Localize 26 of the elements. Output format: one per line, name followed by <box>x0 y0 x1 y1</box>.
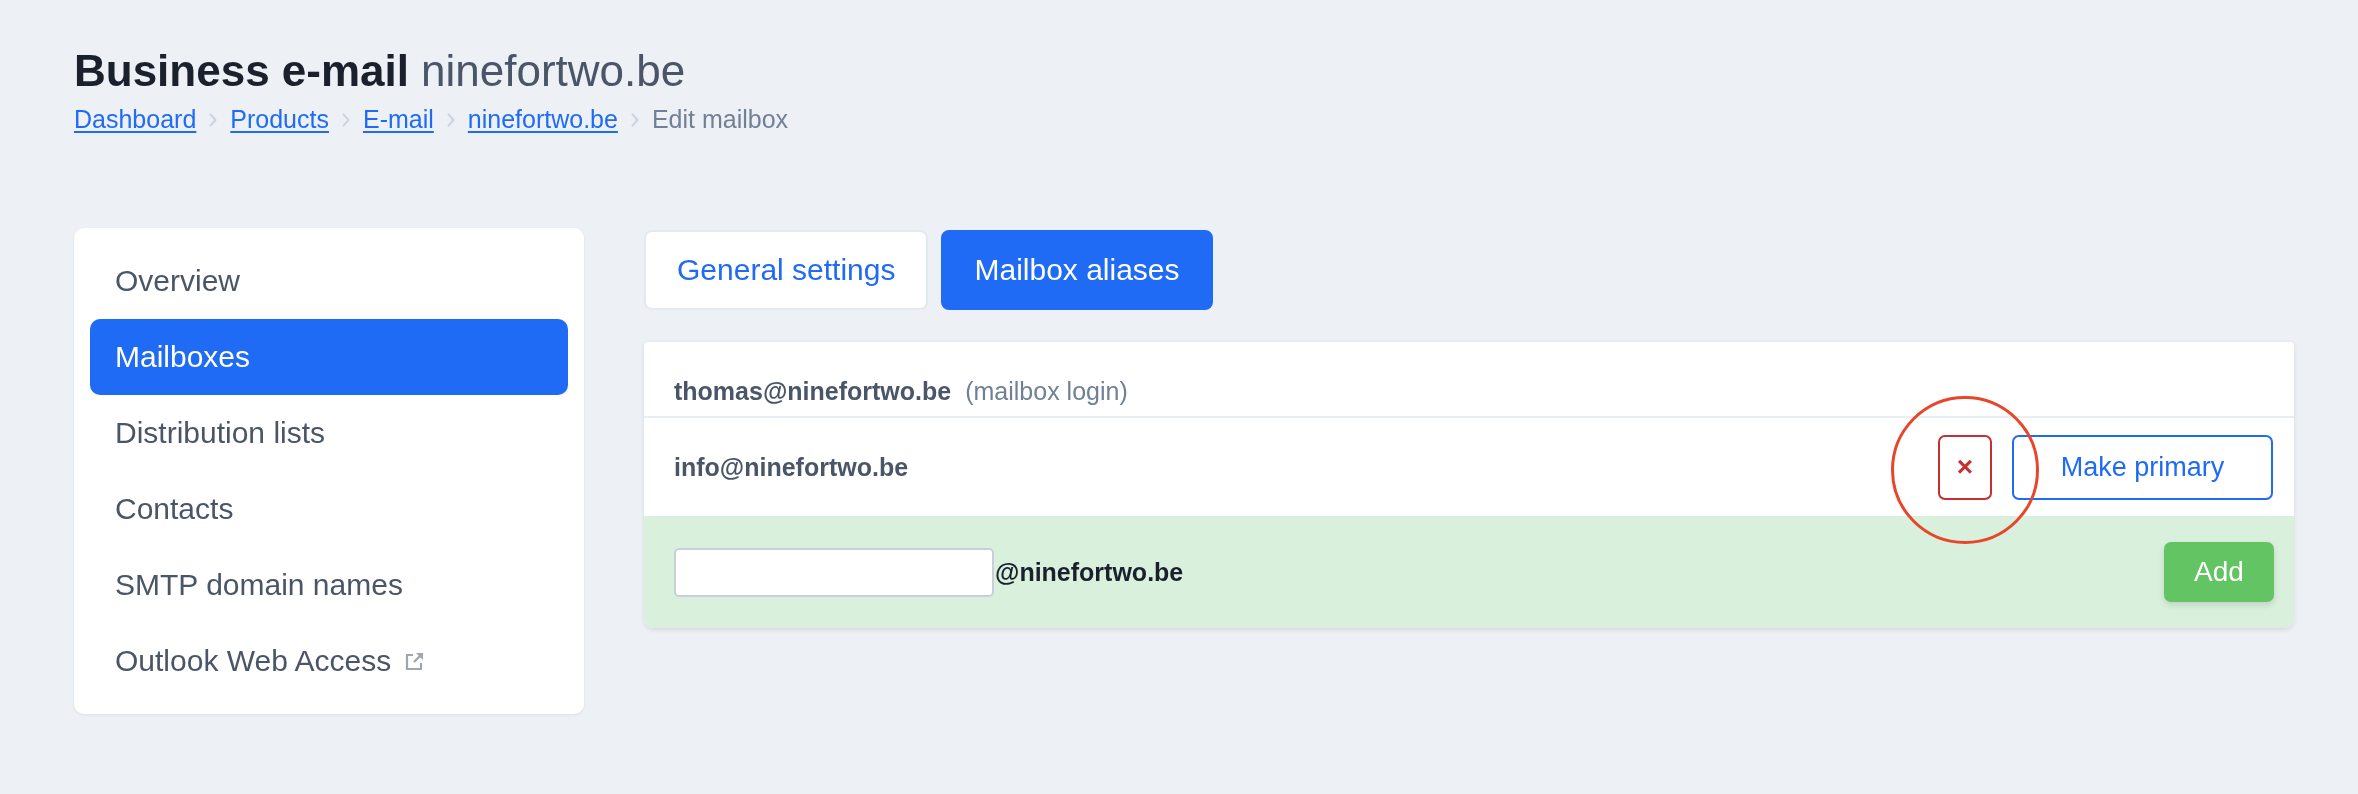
sidebar-item[interactable]: Distribution lists <box>90 395 568 471</box>
sidebar-item[interactable]: Outlook Web Access <box>90 623 568 699</box>
make-primary-button[interactable]: Make primary <box>2012 434 2273 500</box>
breadcrumb-link[interactable]: ninefortwo.be <box>467 103 618 136</box>
breadcrumb-link[interactable]: E-mail <box>363 103 434 136</box>
sidebar-item[interactable]: Mailboxes <box>90 319 568 395</box>
tab[interactable]: General settings <box>644 230 929 310</box>
alias-address: thomas@ninefortwo.be <box>674 376 952 406</box>
alias-note: (mailbox login) <box>965 376 1128 406</box>
chevron-right-icon <box>446 112 455 127</box>
alias-address: info@ninefortwo.be <box>674 452 909 482</box>
sidebar-item[interactable]: Overview <box>90 243 568 319</box>
page-domain: ninefortwo.be <box>421 45 686 97</box>
chevron-right-icon <box>209 112 218 127</box>
breadcrumb-current: Edit mailbox <box>651 104 789 135</box>
sidebar-item[interactable]: Contacts <box>90 471 568 547</box>
breadcrumb-link[interactable]: Products <box>230 103 329 136</box>
remove-button[interactable]: × <box>1938 434 1992 500</box>
domain-suffix: @ninefortwo.be <box>995 557 1184 587</box>
page-title: Business e-mail <box>74 45 410 97</box>
tab[interactable]: Mailbox aliases <box>941 230 1213 310</box>
alias-input[interactable] <box>674 547 994 597</box>
chevron-right-icon <box>630 112 639 127</box>
chevron-right-icon <box>342 112 350 127</box>
sidebar-item[interactable]: SMTP domain names <box>90 547 568 623</box>
breadcrumb-link[interactable]: Dashboard <box>74 103 197 136</box>
